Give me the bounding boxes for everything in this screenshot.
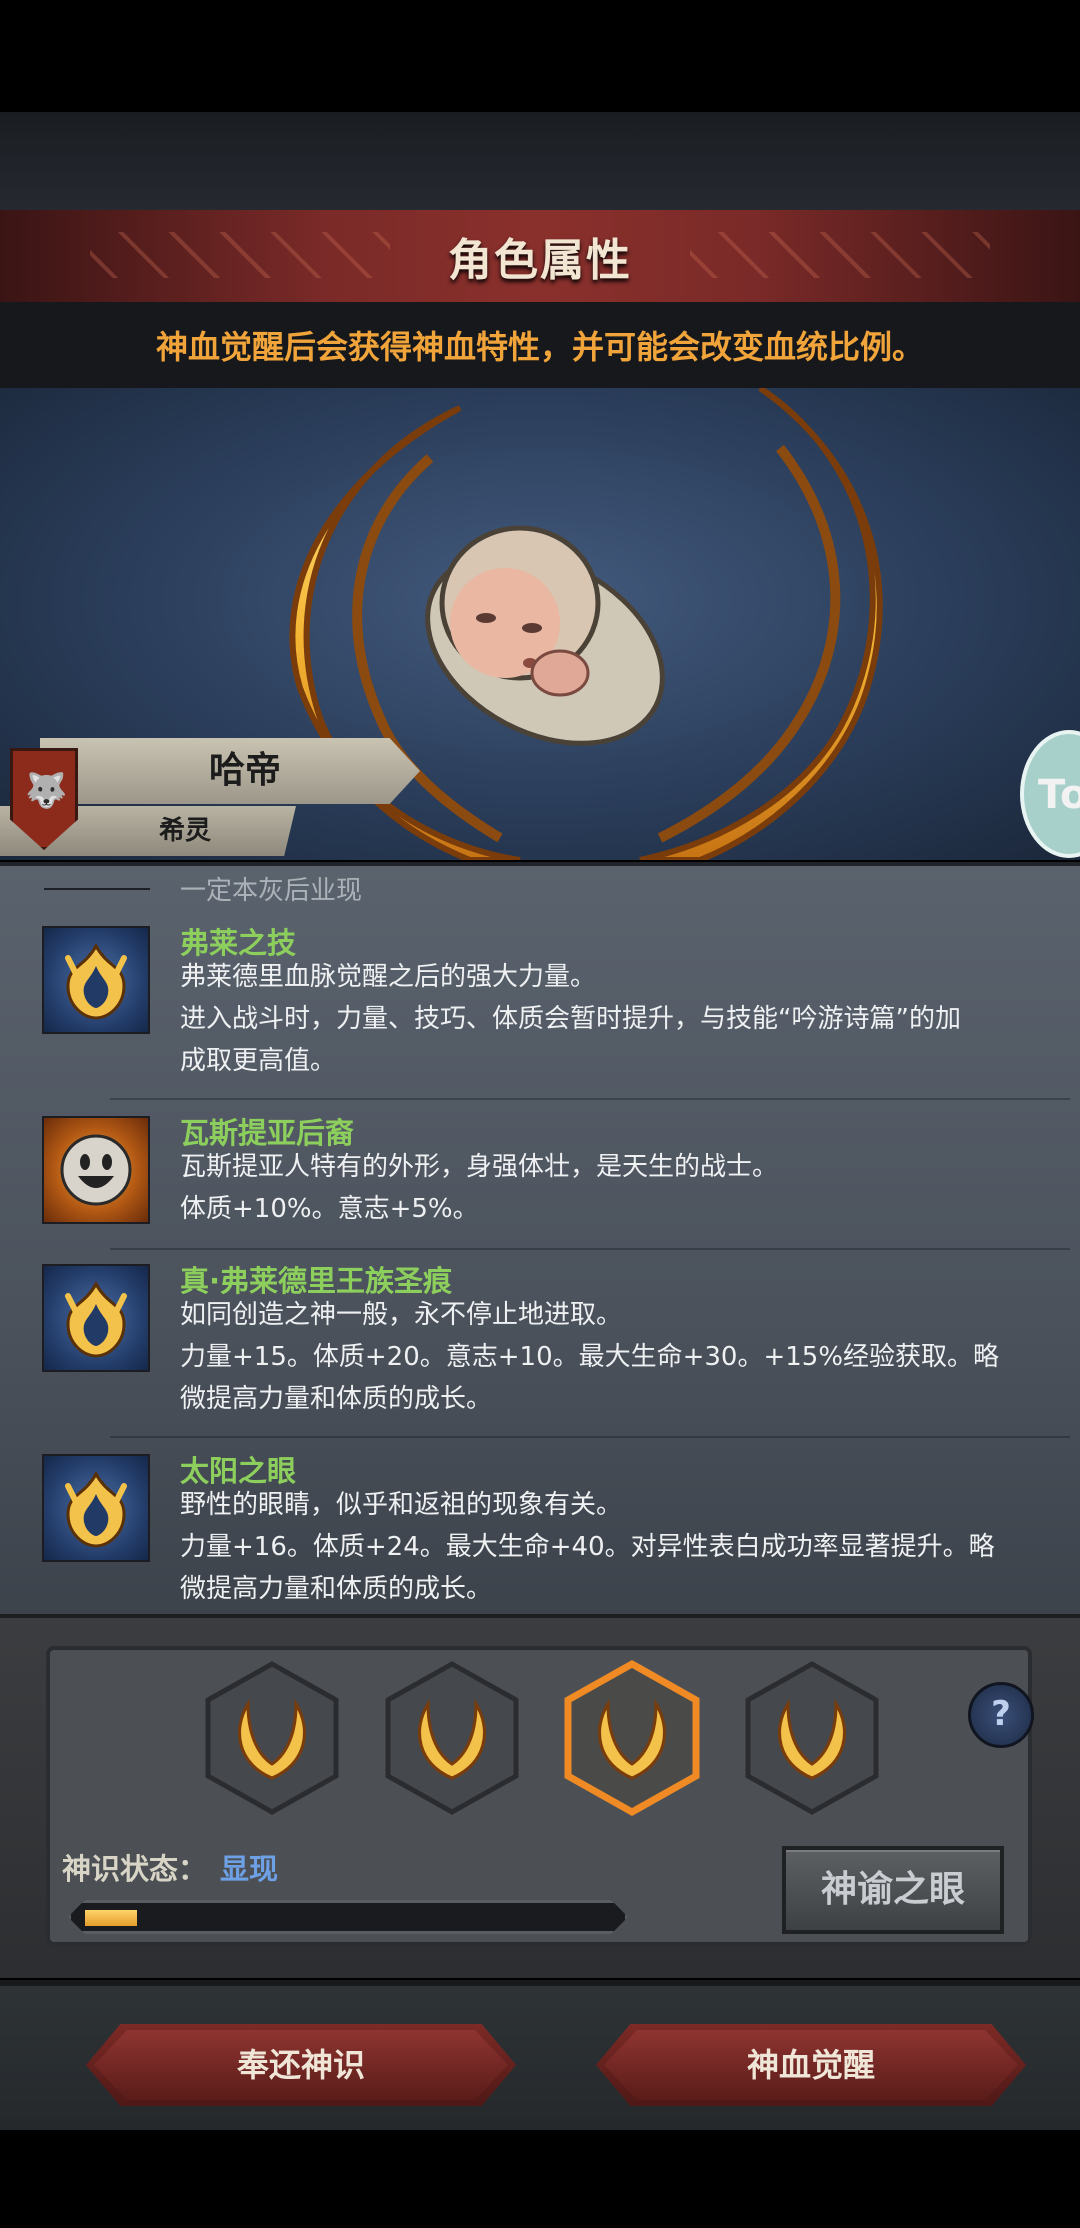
cut-off-text: 一定本灰后业现 — [180, 876, 363, 906]
side-tab-label: To — [1038, 772, 1080, 818]
trait-description: 瓦斯提亚人特有的外形，身强体壮，是天生的战士。 — [180, 1152, 779, 1182]
return-divine-sense-button[interactable]: 奉还神识 — [86, 2024, 516, 2106]
divider — [110, 1248, 1070, 1250]
trait-description: 体质+10%。意志+5%。 — [180, 1194, 479, 1224]
title-decoration-right — [690, 232, 990, 278]
trait-list[interactable]: 一定本灰后业现 弗莱之技 弗莱德里血脉觉醒之后的强大力量。 进入战斗时，力量、技… — [0, 862, 1080, 1618]
smiley-sun-icon — [42, 1116, 150, 1224]
status-label: 神识状态： — [62, 1852, 208, 1886]
divider — [110, 1436, 1070, 1438]
status-value: 显现 — [220, 1852, 279, 1886]
title-decoration-left — [90, 232, 390, 278]
trait-description: 弗莱德里血脉觉醒之后的强大力量。 — [180, 962, 597, 992]
trait-description: 进入战斗时，力量、技巧、体质会暂时提升，与技能“吟游诗篇”的加 — [180, 1004, 961, 1034]
flame-crest-icon — [42, 1454, 150, 1562]
trait-description: 成取更高值。 — [180, 1046, 337, 1076]
trait-description: 力量+15。体质+20。意志+10。最大生命+30。+15%经验获取。略 — [180, 1342, 1000, 1372]
character-name: 哈帝 — [208, 750, 281, 791]
divider — [44, 888, 150, 890]
trait-description: 微提高力量和体质的成长。 — [180, 1384, 493, 1414]
page-title: 角色属性 — [448, 235, 632, 286]
oracle-eye-button[interactable]: 神谕之眼 — [782, 1846, 1004, 1934]
title-bar: 角色属性 — [0, 210, 1080, 305]
flame-crest-icon — [42, 926, 150, 1034]
notice-bar: 神血觉醒后会获得神血特性，并可能会改变血统比例。 — [0, 302, 1080, 388]
blood-awaken-button[interactable]: 神血觉醒 — [596, 2024, 1026, 2106]
navigation-bar-area — [0, 2130, 1080, 2228]
notice-text: 神血觉醒后会获得神血特性，并可能会改变血统比例。 — [155, 328, 924, 366]
footer: 奉还神识 神血觉醒 — [0, 1980, 1080, 2136]
trait-description: 力量+16。体质+24。最大生命+40。对异性表白成功率显著提升。略 — [180, 1532, 995, 1562]
awakening-slots — [50, 1660, 1036, 1820]
awakening-panel: ? 神识状态： 显现 神谕之眼 — [0, 1614, 1080, 1978]
awakening-slot-2[interactable] — [384, 1660, 520, 1816]
awakening-progress-bar — [68, 1900, 628, 1934]
divider — [110, 1098, 1070, 1100]
status-bar-area — [0, 0, 1080, 112]
return-divine-sense-label: 奉还神识 — [236, 2046, 365, 2084]
awakening-progress-fill — [85, 1910, 137, 1926]
awakening-slot-4[interactable] — [744, 1660, 880, 1816]
blood-awaken-label: 神血觉醒 — [746, 2046, 875, 2084]
trait-description: 如同创造之神一般，永不停止地进取。 — [180, 1300, 623, 1330]
help-icon[interactable]: ? — [968, 1682, 1034, 1748]
trait-description: 野性的眼睛，似乎和返祖的现象有关。 — [180, 1490, 623, 1520]
header-band — [0, 112, 1080, 212]
flame-crest-icon — [42, 1264, 150, 1372]
awakening-frame: ? 神识状态： 显现 神谕之眼 — [46, 1646, 1034, 1946]
awakening-slot-1[interactable] — [204, 1660, 340, 1816]
awakening-slot-3-selected[interactable] — [564, 1660, 700, 1816]
trait-description: 微提高力量和体质的成长。 — [180, 1574, 493, 1604]
character-subtitle: 希灵 — [158, 816, 211, 846]
